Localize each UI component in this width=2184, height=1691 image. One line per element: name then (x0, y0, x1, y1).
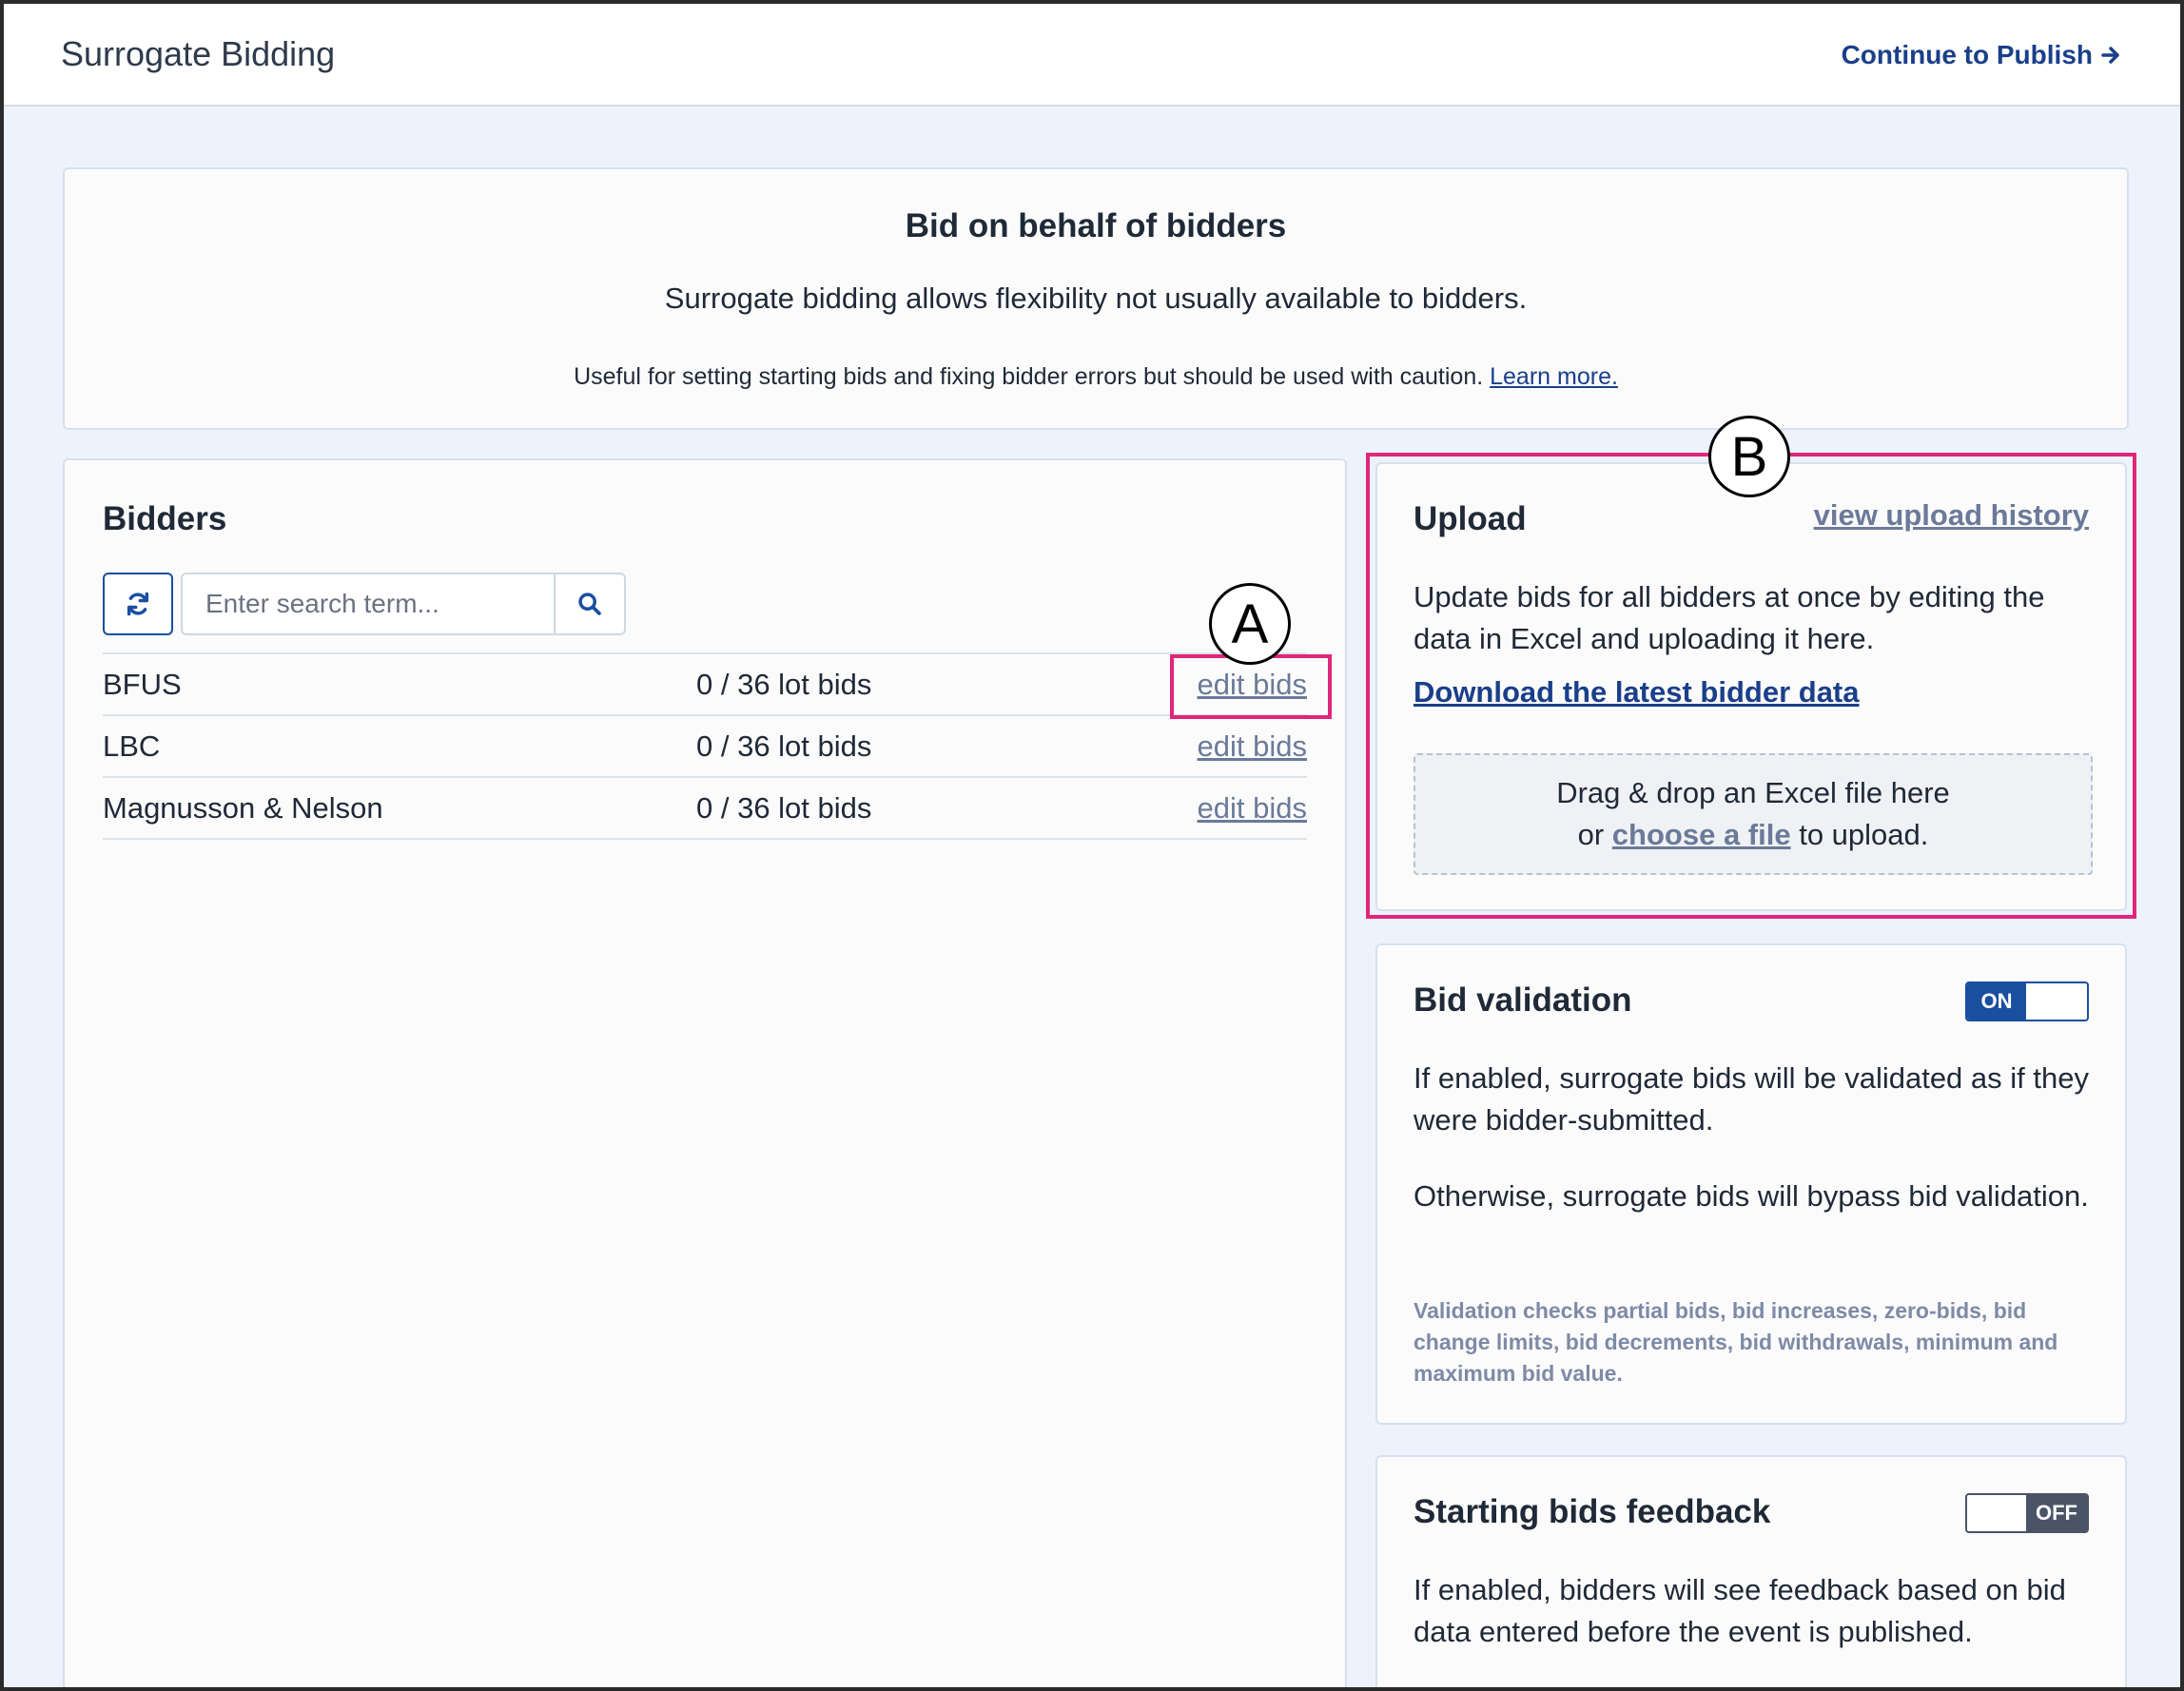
bid-validation-card: Bid validation ON If enabled, surrogate … (1375, 943, 2127, 1425)
starting-bids-feedback-card: Starting bids feedback OFF If enabled, b… (1375, 1455, 2127, 1687)
search-icon (578, 593, 601, 615)
learn-more-link[interactable]: Learn more. (1490, 363, 1618, 390)
bid-validation-text-disabled: Otherwise, surrogate bids will bypass bi… (1414, 1179, 2089, 1213)
bid-validation-heading: Bid validation (1414, 982, 1632, 1019)
refresh-button[interactable] (103, 573, 173, 635)
starting-bids-feedback-toggle[interactable]: OFF (1965, 1493, 2089, 1533)
intro-lead: Surrogate bidding allows flexibility not… (664, 282, 1528, 315)
search-box (181, 573, 626, 635)
refresh-icon (127, 592, 149, 616)
bidder-lot-count: 0 / 36 lot bids (696, 791, 872, 825)
bidder-row: BFUS 0 / 36 lot bids edit bids (103, 654, 1307, 716)
edit-bids-link[interactable]: edit bids (1198, 729, 1307, 764)
intro-heading: Bid on behalf of bidders (905, 207, 1287, 244)
bidder-name: BFUS (103, 668, 182, 701)
bidders-heading: Bidders (103, 500, 227, 537)
continue-to-publish-link[interactable]: Continue to Publish (1842, 40, 2123, 70)
intro-card: Bid on behalf of bidders Surrogate biddi… (63, 167, 2129, 430)
intro-note: Useful for setting starting bids and fix… (65, 363, 2127, 391)
bidder-row: Magnusson & Nelson 0 / 36 lot bids edit … (103, 778, 1307, 840)
bidder-row: LBC 0 / 36 lot bids edit bids (103, 716, 1307, 778)
bidder-name: Magnusson & Nelson (103, 791, 383, 825)
bidders-list: BFUS 0 / 36 lot bids edit bids LBC 0 / 3… (103, 652, 1307, 840)
toggle-knob (1967, 1495, 2026, 1531)
app-frame: Surrogate Bidding Continue to Publish Bi… (0, 0, 2184, 1691)
starting-bids-feedback-text: If enabled, bidders will see feedback ba… (1414, 1573, 2066, 1648)
bidders-card: Bidders BFUS 0 / 36 lot bids edit (63, 458, 1347, 1687)
bid-validation-note: Validation checks partial bids, bid incr… (1414, 1298, 2058, 1386)
highlight-upload-card (1366, 453, 2136, 919)
intro-note-text: Useful for setting starting bids and fix… (574, 363, 1484, 390)
bidder-name: LBC (103, 729, 161, 763)
bid-validation-toggle[interactable]: ON (1965, 982, 2089, 1021)
continue-label: Continue to Publish (1841, 40, 2093, 69)
toggle-knob (2026, 983, 2087, 1020)
bidder-lot-count: 0 / 36 lot bids (696, 668, 872, 701)
toggle-off-label: OFF (2026, 1495, 2087, 1531)
callout-a: A (1209, 583, 1291, 665)
page-title: Surrogate Bidding (61, 34, 336, 73)
bidder-lot-count: 0 / 36 lot bids (696, 729, 872, 763)
bid-validation-text-enabled: If enabled, surrogate bids will be valid… (1414, 1061, 2089, 1137)
edit-bids-link[interactable]: edit bids (1198, 791, 1307, 826)
top-bar: Surrogate Bidding Continue to Publish (4, 4, 2180, 107)
starting-bids-feedback-heading: Starting bids feedback (1414, 1493, 1771, 1530)
callout-b: B (1708, 416, 1790, 497)
arrow-right-icon (2101, 47, 2119, 64)
toggle-on-label: ON (1967, 983, 2026, 1020)
search-button[interactable] (554, 574, 624, 633)
search-input[interactable] (183, 574, 554, 633)
